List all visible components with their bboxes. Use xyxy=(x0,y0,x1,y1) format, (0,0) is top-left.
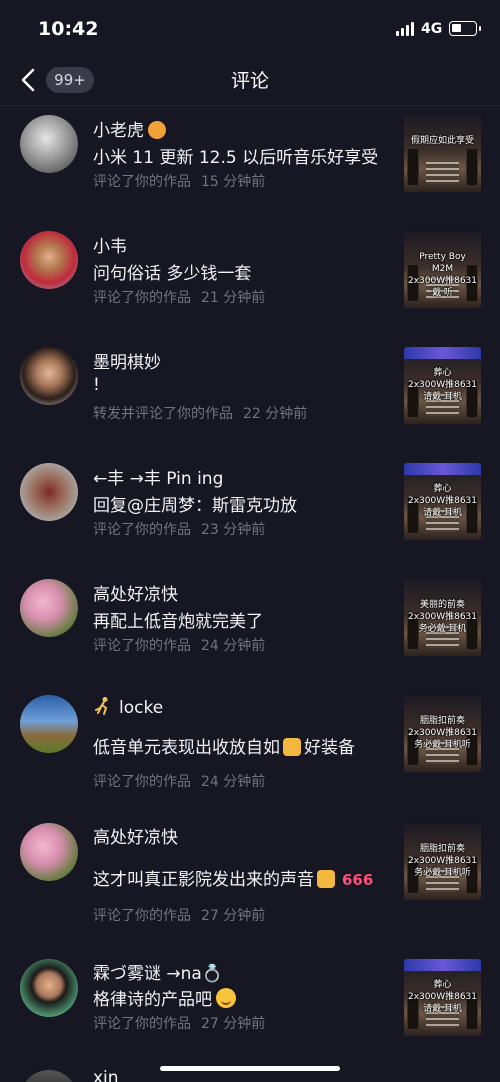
commenter-name[interactable]: xin xyxy=(93,1068,119,1082)
comment-text: 回复@庄周梦：斯雷克功放 xyxy=(93,496,297,516)
commenter-name[interactable]: ←丰 →丰 Pin ing xyxy=(93,464,223,489)
six-six-six-emoji: 666 xyxy=(342,871,374,889)
comment-action: 评论了你的作品 xyxy=(93,638,191,654)
comment-text: 低音单元表现出收放自如 好装备 xyxy=(93,733,355,758)
comment-text-main: 这才叫真正影院发出来的声音 xyxy=(93,870,314,890)
thumbnail-caption: 假期应如此享受 xyxy=(410,136,474,146)
comment-text-suffix: 好装备 xyxy=(304,738,355,758)
comment-meta: 评论了你的作品 15 分钟前 xyxy=(93,171,265,191)
comment-item[interactable]: 高处好凉快 这才叫真正影院发出来的声音 666 评论了你的作品 27 分钟前 胭脂扣… xyxy=(0,823,500,959)
commenter-name[interactable]: 高处好凉快 xyxy=(93,580,178,605)
thumbnail-caption: 葬心 2x300W推8631 请戴 耳机 xyxy=(407,484,478,518)
cellular-signal-icon xyxy=(396,22,416,36)
comment-item[interactable]: 高处好凉快 再配上低音炮就完美了 评论了你的作品 24 分钟前 美丽的前奏 2x30… xyxy=(0,571,500,687)
comment-action: 评论了你的作品 xyxy=(93,174,191,190)
video-thumbnail[interactable]: 假期应如此享受 xyxy=(404,115,481,192)
comment-time: 24 分钟前 xyxy=(201,638,266,654)
comment-meta: 评论了你的作品 27 分钟前 xyxy=(93,1013,265,1033)
thumbnail-caption: Pretty Boy M2M 2x300W推8631 戴 听 xyxy=(407,252,478,298)
avatar[interactable] xyxy=(20,347,78,405)
avatar[interactable] xyxy=(20,959,78,1017)
commenter-name[interactable]: 小老虎 xyxy=(93,116,166,141)
comment-item[interactable]: 小老虎 小米 11 更新 12.5 以后听音乐好享受 评论了你的作品 15 分钟前… xyxy=(0,107,500,223)
comment-text: ! xyxy=(93,375,100,395)
comment-item[interactable]: ←丰 →丰 Pin ing 回复@庄周梦：斯雷克功放 评论了你的作品 23 分钟前… xyxy=(0,455,500,571)
thumbnail-caption: 胭脂扣前奏 2x300W推8631 务必戴 耳机听 xyxy=(407,844,478,878)
thumbnail-caption: 葬心 2x300W推8631 请戴 耳机 xyxy=(407,980,478,1014)
ring-emoji: 💍 xyxy=(201,964,224,984)
comment-time: 27 分钟前 xyxy=(201,908,266,924)
status-bar: 10:42 4G xyxy=(0,0,500,56)
commenter-name[interactable]: 墨明棋妙 xyxy=(93,348,161,373)
runner-emoji-icon xyxy=(93,696,113,716)
tiger-emoji-icon xyxy=(148,121,166,139)
comment-text-main: 低音单元表现出收放自如 xyxy=(93,738,280,758)
avatar[interactable] xyxy=(20,579,78,637)
comment-item[interactable]: 小韦 问句俗话 多少钱一套 评论了你的作品 21 分钟前 Pretty Boy M2… xyxy=(0,223,500,339)
video-thumbnail[interactable]: 胭脂扣前奏 2x300W推8631 务必戴 耳机听 xyxy=(404,695,481,772)
comment-meta: 评论了你的作品 27 分钟前 xyxy=(93,905,265,925)
comment-action: 评论了你的作品 xyxy=(93,1016,191,1032)
comment-text: 这才叫真正影院发出来的声音 666 xyxy=(93,865,373,890)
comment-meta: 评论了你的作品 23 分钟前 xyxy=(93,519,265,539)
commenter-name-text: 小老虎 xyxy=(93,121,144,141)
avatar[interactable] xyxy=(20,115,78,173)
network-type: 4G xyxy=(421,21,443,37)
comment-meta: 评论了你的作品 24 分钟前 xyxy=(93,771,265,791)
thumbnail-caption: 胭脂扣前奏 2x300W推8631 务必戴 耳机听 xyxy=(407,716,478,750)
comment-meta: 评论了你的作品 21 分钟前 xyxy=(93,287,265,307)
thumbnail-caption: 美丽的前奏 2x300W推8631 务必戴 耳机 xyxy=(407,600,478,634)
comment-action: 评论了你的作品 xyxy=(93,908,191,924)
commenter-name-text: 霖づ雾谜 →na xyxy=(93,964,202,984)
comment-time: 15 分钟前 xyxy=(201,174,266,190)
avatar[interactable] xyxy=(20,695,78,753)
comment-item[interactable]: 墨明棋妙 ! 转发并评论了你的作品 22 分钟前 葬心 2x300W推8631 请戴 … xyxy=(0,339,500,455)
status-time: 10:42 xyxy=(38,18,99,40)
home-indicator[interactable] xyxy=(160,1066,340,1071)
commenter-name[interactable]: 霖づ雾谜 →na💍 xyxy=(93,959,223,984)
battery-icon xyxy=(449,21,481,36)
page-title: 评论 xyxy=(230,70,269,92)
thumbs-up-emoji-icon xyxy=(317,870,335,888)
comment-text: 再配上低音炮就完美了 xyxy=(93,612,263,632)
comment-time: 21 分钟前 xyxy=(201,290,266,306)
comment-time: 23 分钟前 xyxy=(201,522,266,538)
commenter-name-text: locke xyxy=(119,698,164,718)
comment-text: 问句俗话 多少钱一套 xyxy=(93,264,252,284)
avatar[interactable] xyxy=(20,823,78,881)
commenter-name[interactable]: 高处好凉快 xyxy=(93,823,178,848)
comment-text: 格律诗的产品吧 xyxy=(93,985,236,1010)
comment-action: 评论了你的作品 xyxy=(93,774,191,790)
comment-text: 小米 11 更新 12.5 以后听音乐好享受 xyxy=(93,148,379,168)
video-thumbnail[interactable]: 葬心 2x300W推8631 请戴 耳机 xyxy=(404,347,481,424)
thumbs-up-emoji-icon xyxy=(283,738,301,756)
comment-text-main: 格律诗的产品吧 xyxy=(93,990,212,1010)
video-thumbnail[interactable]: 葬心 2x300W推8631 请戴 耳机 xyxy=(404,959,481,1036)
comment-time: 22 分钟前 xyxy=(243,406,308,422)
video-thumbnail[interactable]: 胭脂扣前奏 2x300W推8631 务必戴 耳机听 xyxy=(404,823,481,900)
comment-item[interactable]: locke 低音单元表现出收放自如 好装备 评论了你的作品 24 分钟前 胭脂扣前奏… xyxy=(0,687,500,823)
comment-item[interactable]: 霖づ雾谜 →na💍 格律诗的产品吧 评论了你的作品 27 分钟前 葬心 2x300W… xyxy=(0,959,500,1075)
video-thumbnail[interactable]: 葬心 2x300W推8631 请戴 耳机 xyxy=(404,463,481,540)
nav-bar: 99+ 评论 xyxy=(0,56,500,106)
comment-action: 转发并评论了你的作品 xyxy=(93,406,233,422)
comment-action: 评论了你的作品 xyxy=(93,522,191,538)
comment-time: 27 分钟前 xyxy=(201,1016,266,1032)
avatar[interactable] xyxy=(20,231,78,289)
comment-meta: 转发并评论了你的作品 22 分钟前 xyxy=(93,403,307,423)
comment-action: 评论了你的作品 xyxy=(93,290,191,306)
commenter-name[interactable]: 小韦 xyxy=(93,232,127,257)
video-thumbnail[interactable]: Pretty Boy M2M 2x300W推8631 戴 听 xyxy=(404,231,481,308)
thumbnail-caption: 葬心 2x300W推8631 请戴 耳机 xyxy=(407,368,478,402)
avatar[interactable] xyxy=(20,463,78,521)
comment-time: 24 分钟前 xyxy=(201,774,266,790)
commenter-name[interactable]: locke xyxy=(93,696,163,718)
smile-emoji-icon xyxy=(216,988,236,1008)
comment-meta: 评论了你的作品 24 分钟前 xyxy=(93,635,265,655)
video-thumbnail[interactable]: 美丽的前奏 2x300W推8631 务必戴 耳机 xyxy=(404,579,481,656)
